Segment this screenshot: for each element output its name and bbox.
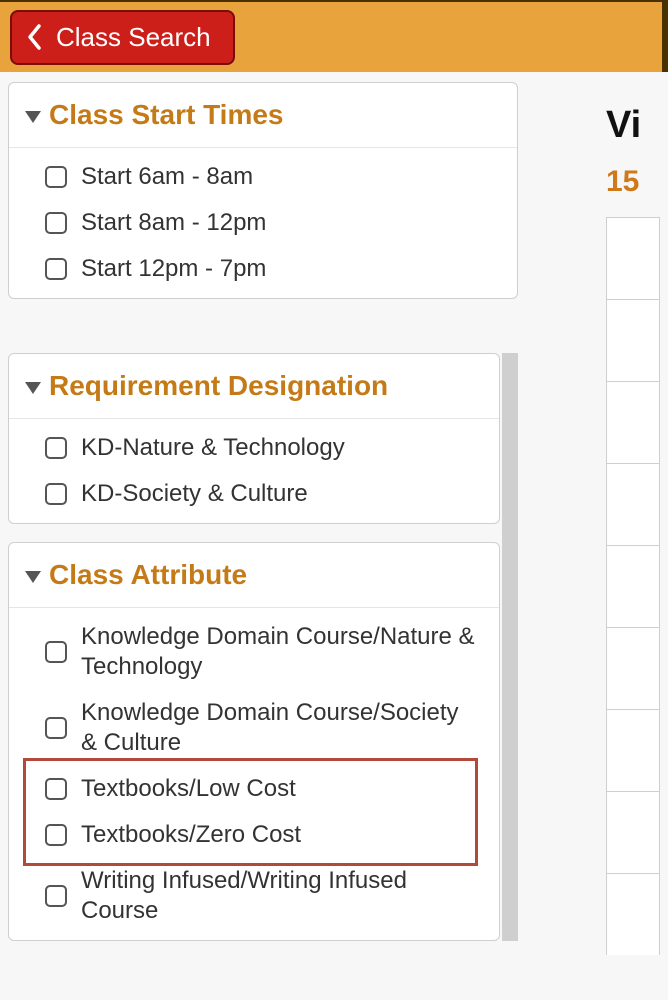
checkbox[interactable] <box>45 641 67 663</box>
result-card[interactable] <box>606 627 660 709</box>
filter-option-label: Knowledge Domain Course/Nature & Technol… <box>81 622 481 682</box>
filter-option-label: Textbooks/Low Cost <box>81 774 296 804</box>
filter-header-requirement-designation[interactable]: Requirement Designation <box>9 354 499 419</box>
caret-down-icon <box>25 571 41 583</box>
result-card[interactable] <box>606 299 660 381</box>
top-banner: Class Search <box>0 0 668 72</box>
filter-option[interactable]: Start 8am - 12pm <box>9 200 517 246</box>
checkbox[interactable] <box>45 166 67 188</box>
filter-option-label: KD-Society & Culture <box>81 479 308 509</box>
filter-header-start-times[interactable]: Class Start Times <box>9 83 517 148</box>
caret-down-icon <box>25 111 41 123</box>
result-card[interactable] <box>606 709 660 791</box>
filter-option-textbooks-zero-cost[interactable]: Textbooks/Zero Cost <box>9 812 499 858</box>
checkbox[interactable] <box>45 885 67 907</box>
filter-panel-class-attribute: Class Attribute Knowledge Domain Course/… <box>8 542 500 941</box>
filter-option-label: Start 6am - 8am <box>81 162 253 192</box>
filter-option[interactable]: Start 6am - 8am <box>9 154 517 200</box>
filter-option-label: Textbooks/Zero Cost <box>81 820 301 850</box>
checkbox[interactable] <box>45 717 67 739</box>
checkbox[interactable] <box>45 437 67 459</box>
checkbox[interactable] <box>45 778 67 800</box>
result-card[interactable] <box>606 463 660 545</box>
checkbox[interactable] <box>45 483 67 505</box>
filter-option[interactable]: Start 12pm - 7pm <box>9 246 517 292</box>
filter-option[interactable]: Knowledge Domain Course/Nature & Technol… <box>9 614 499 690</box>
result-card[interactable] <box>606 873 660 955</box>
results-title: Vi <box>606 104 660 147</box>
filter-option[interactable]: KD-Nature & Technology <box>9 425 499 471</box>
filter-option[interactable]: Writing Infused/Writing Infused Course <box>9 858 499 934</box>
filters-column: Class Start Times Start 6am - 8am Start … <box>8 82 518 959</box>
back-button-label: Class Search <box>56 22 211 53</box>
filter-title: Class Start Times <box>49 99 284 131</box>
filter-header-class-attribute[interactable]: Class Attribute <box>9 543 499 608</box>
back-button[interactable]: Class Search <box>10 10 235 65</box>
filter-option-label: KD-Nature & Technology <box>81 433 345 463</box>
filter-panel-requirement-designation: Requirement Designation KD-Nature & Tech… <box>8 353 500 524</box>
filter-option[interactable]: KD-Society & Culture <box>9 471 499 517</box>
filter-title: Class Attribute <box>49 559 247 591</box>
checkbox[interactable] <box>45 258 67 280</box>
filter-option-textbooks-low-cost[interactable]: Textbooks/Low Cost <box>9 766 499 812</box>
results-count: 15 <box>606 165 660 199</box>
results-column: Vi 15 <box>536 82 660 955</box>
result-card[interactable] <box>606 791 660 873</box>
result-card[interactable] <box>606 217 660 299</box>
chevron-left-icon <box>26 23 42 51</box>
filter-option-label: Writing Infused/Writing Infused Course <box>81 866 481 926</box>
scrollbar[interactable] <box>502 353 518 941</box>
result-card[interactable] <box>606 545 660 627</box>
checkbox[interactable] <box>45 824 67 846</box>
filter-option-label: Knowledge Domain Course/Society & Cultur… <box>81 698 481 758</box>
result-card[interactable] <box>606 381 660 463</box>
filter-panel-start-times: Class Start Times Start 6am - 8am Start … <box>8 82 518 299</box>
filter-option-label: Start 12pm - 7pm <box>81 254 266 284</box>
checkbox[interactable] <box>45 212 67 234</box>
filter-option-label: Start 8am - 12pm <box>81 208 266 238</box>
filter-title: Requirement Designation <box>49 370 388 402</box>
filter-option[interactable]: Knowledge Domain Course/Society & Cultur… <box>9 690 499 766</box>
caret-down-icon <box>25 382 41 394</box>
